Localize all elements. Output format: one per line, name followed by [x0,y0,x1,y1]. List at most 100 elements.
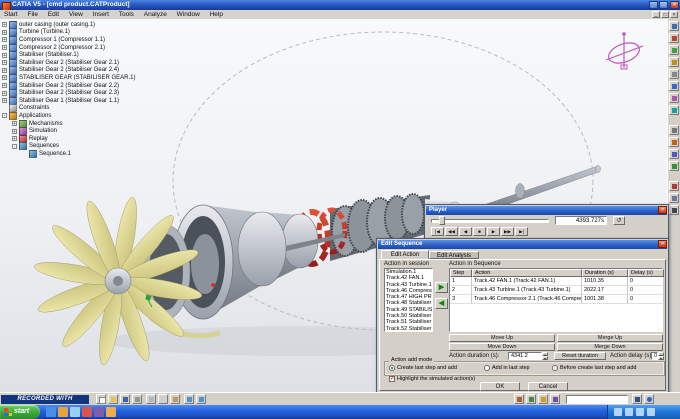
copy-icon[interactable] [158,394,168,404]
expand-toggle-icon[interactable]: + [2,67,7,73]
quick-view-icon[interactable] [669,125,679,135]
radio-icon[interactable] [389,364,395,371]
action-delay-field[interactable]: 0 [651,351,658,360]
tree-item-compressor-2[interactable]: + Compressor 2 (Compressor 2.1) [2,43,202,52]
tree-item-stabiliser-gear-2-2[interactable]: + Stabiliser Gear 2 (Stabiliser Gear 2.2) [2,81,202,90]
power-input-icon[interactable] [632,394,642,404]
menu-tools[interactable]: Tools [115,10,138,19]
explorer-icon[interactable] [106,407,116,417]
loop-button[interactable]: ↺ [613,216,625,225]
expand-toggle-icon[interactable]: + [2,22,7,28]
multi-view-icon[interactable] [669,105,679,115]
action-duration-spinner[interactable] [542,351,548,360]
cut-icon[interactable] [146,394,156,404]
go-to-start-button[interactable]: |◀ [431,227,444,236]
expand-toggle-icon[interactable]: + [2,83,7,89]
remove-from-sequence-button[interactable]: ◀ [435,298,448,309]
menu-start[interactable]: Start [0,10,22,19]
expand-toggle-icon[interactable]: + [2,60,7,66]
specification-tree-icon[interactable] [669,181,679,191]
maximize-button[interactable]: □ [659,1,668,9]
tree-item-stabiliser-gear-2-3[interactable]: + Stabiliser Gear 2 (Stabiliser Gear 2.3) [2,89,202,98]
tree-item-stabiliser-gear-2-1[interactable]: + Stabiliser Gear 2 (Stabiliser Gear 2.1) [2,58,202,67]
menu-help[interactable]: Help [206,10,227,19]
open-icon[interactable] [108,394,118,404]
rotate-icon[interactable] [669,57,679,67]
zoom-out-icon[interactable] [669,81,679,91]
action-in-sequence-table[interactable]: Step Action Duration (s) Delay (s) 1 Tra… [449,268,664,332]
player-title[interactable]: Player [426,206,667,215]
expand-toggle-icon[interactable]: + [12,136,17,142]
redo-icon[interactable] [196,394,206,404]
volume-icon[interactable] [614,408,622,416]
minimize-button[interactable]: _ [649,1,658,9]
tree-item-stabiliser-gear-2-4[interactable]: + Stabiliser Gear 2 (Stabiliser Gear 2.4) [2,66,202,75]
mdi-restore-button[interactable]: □ [661,11,669,18]
paste-icon[interactable] [170,394,180,404]
step-backward-button[interactable]: ◀◀ [445,227,458,236]
zoom-in-icon[interactable] [669,69,679,79]
move-down-button[interactable]: Move Down [449,343,555,351]
compass-snap-icon[interactable] [669,193,679,203]
column-action[interactable]: Action [472,269,582,277]
measure-icon[interactable] [538,394,548,404]
tab-edit-analysis[interactable]: Edit Analysis [429,251,479,259]
power-input-field[interactable] [566,394,628,404]
expand-toggle-icon[interactable]: + [2,52,7,58]
menu-analyze[interactable]: Analyze [140,10,171,19]
ok-button[interactable]: OK [480,382,520,391]
tab-edit-action[interactable]: Edit Action [381,250,429,259]
highlight-simulated-checkbox[interactable]: ✓ Highlight the simulated action(s) [389,376,475,382]
tree-item-turbine[interactable]: + Turbine (Turbine.1) [2,28,202,37]
tree-item-stabiliser-gear-1[interactable]: + Stabiliser Gear 1 (Stabiliser Gear 1.1) [2,96,202,105]
menu-edit[interactable]: Edit [44,10,63,19]
new-document-icon[interactable] [96,394,106,404]
radio-create-last-step-and-add[interactable]: Create last step and add [389,364,457,371]
grid-icon[interactable] [669,205,679,215]
undo-icon[interactable] [184,394,194,404]
table-row[interactable]: 3 Track.46 Compressor 2.1 (Track.46 Comp… [450,295,664,304]
expand-toggle-icon[interactable]: + [12,128,17,134]
play-forward-button[interactable]: ▶ [487,227,500,236]
expand-toggle-icon[interactable]: - [12,143,17,149]
column-step[interactable]: Step [450,269,472,277]
close-button[interactable]: × [670,1,679,9]
expand-toggle-icon[interactable]: - [2,113,7,119]
add-to-sequence-button[interactable]: ▶ [435,282,448,293]
knowledge-icon[interactable] [514,394,524,404]
action-in-session-list[interactable]: Simulation.1 Track.42 FAN.1 Track.43 Tur… [384,268,433,332]
fly-through-icon[interactable] [669,21,679,31]
column-delay[interactable]: Delay (s) [628,269,664,277]
edit-sequence-title[interactable]: Edit Sequence [378,240,667,249]
tree-item-mechanisms[interactable]: + Mechanisms [2,119,202,128]
tree-item-compressor-1[interactable]: + Compressor 1 (Compressor 1.1) [2,35,202,44]
expand-toggle-icon[interactable]: + [2,90,7,96]
expand-toggle-icon[interactable]: + [2,98,7,104]
messenger-icon[interactable] [94,407,104,417]
start-button[interactable]: start [0,405,40,419]
session-item[interactable]: Track.51 Stabiliser Ge... [385,319,432,325]
checkbox-icon[interactable]: ✓ [389,376,395,382]
hide-show-icon[interactable] [669,149,679,159]
shading-icon[interactable] [669,137,679,147]
merge-up-button[interactable]: Merge Up [557,334,663,342]
network-icon[interactable] [625,408,633,416]
normal-view-icon[interactable] [669,93,679,103]
move-up-button[interactable]: Move Up [449,334,555,342]
menu-view[interactable]: View [65,10,87,19]
apply-material-icon[interactable] [550,394,560,404]
cancel-button[interactable]: Cancel [528,382,568,391]
radio-before-create-last-step-and-add[interactable]: Before create last step and add [552,364,636,371]
play-backward-button[interactable]: ◀ [459,227,472,236]
reset-duration-button[interactable]: Reset duration [554,351,606,360]
timeline-slider-thumb[interactable] [439,216,445,225]
help-icon[interactable] [644,394,654,404]
internet-explorer-icon[interactable] [46,407,56,417]
compass-icon[interactable] [598,27,650,79]
stop-button[interactable]: ■ [473,227,486,236]
session-item[interactable]: Track.48 Stabiliser Ge... [385,300,432,306]
show-desktop-icon[interactable] [70,407,80,417]
go-to-end-button[interactable]: ▶| [515,227,528,236]
expand-toggle-icon[interactable]: + [2,37,7,43]
expand-toggle-icon[interactable]: + [2,45,7,51]
